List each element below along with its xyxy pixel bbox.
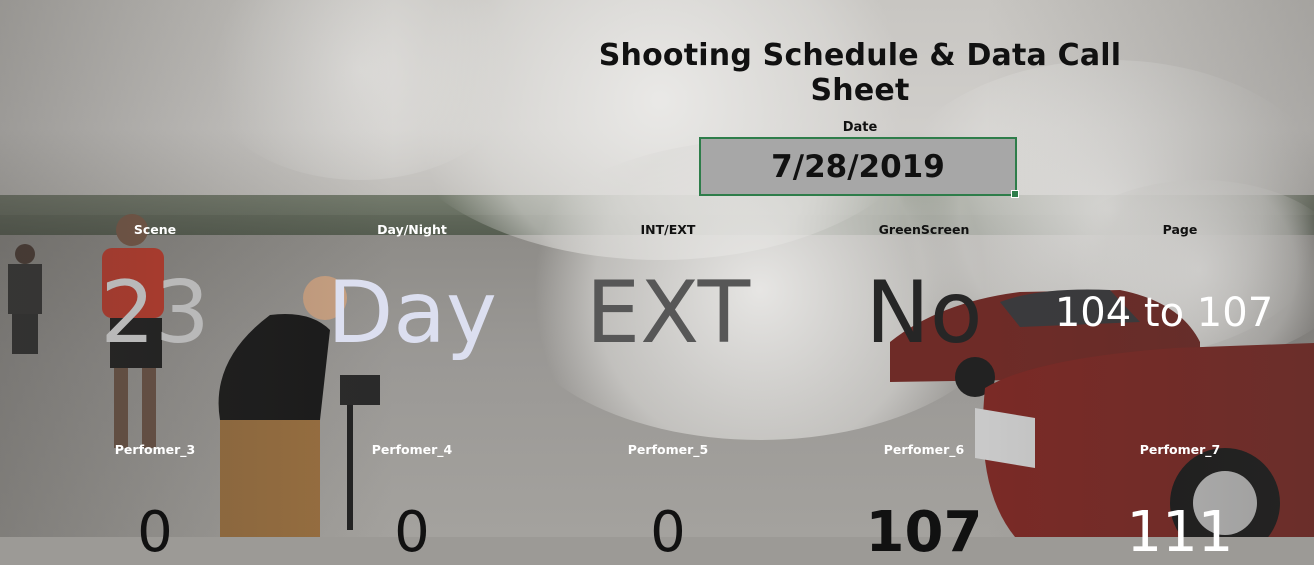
date-cell[interactable]: 7/28/2019 (699, 137, 1019, 198)
label-performer-6: Perfomer_6 (883, 442, 965, 457)
value-page[interactable]: 104 to 107 (1052, 290, 1276, 336)
value-greenscreen[interactable]: No (796, 270, 1052, 356)
value-day-night[interactable]: Day (284, 270, 540, 356)
value-performer-3[interactable]: 0 (27, 505, 283, 561)
label-performer-5: Perfomer_5 (627, 442, 709, 457)
value-performer-6[interactable]: 107 (796, 505, 1052, 561)
label-performer-4: Perfomer_4 (371, 442, 453, 457)
label-page: Page (1162, 222, 1198, 237)
value-performer-4[interactable]: 0 (284, 505, 540, 561)
value-int-ext[interactable]: EXT (540, 270, 796, 356)
label-performer-7: Perfomer_7 (1139, 442, 1221, 457)
value-scene[interactable]: 23 (27, 270, 283, 356)
cell-fill-handle[interactable] (1011, 190, 1019, 198)
label-scene: Scene (133, 222, 177, 237)
value-performer-7[interactable]: 111 (1052, 505, 1308, 561)
label-int-ext: INT/EXT (640, 222, 696, 237)
sheet-title: Shooting Schedule & Data Call Sheet (598, 38, 1122, 108)
value-performer-5[interactable]: 0 (540, 505, 796, 561)
date-label: Date (842, 120, 878, 135)
date-value: 7/28/2019 (771, 148, 945, 185)
label-performer-3: Perfomer_3 (114, 442, 196, 457)
label-greenscreen: GreenScreen (878, 222, 970, 237)
label-day-night: Day/Night (377, 222, 447, 237)
